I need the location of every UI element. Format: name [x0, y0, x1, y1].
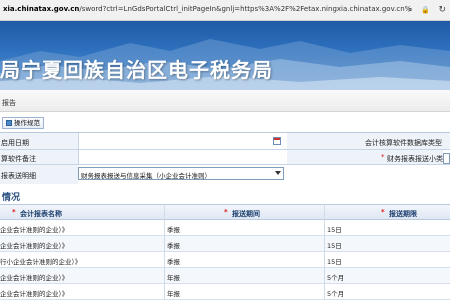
- table-row[interactable]: 企业会计准则的企业）》 季报 15日: [0, 236, 450, 252]
- lock-icon[interactable]: 🔒: [421, 6, 430, 14]
- report-subtype-label: 财务报表报送小类: [387, 155, 443, 163]
- nav-strip: 报告: [0, 90, 450, 112]
- form-row-start-date: 启用日期 会计核算软件数据库类型: [0, 133, 450, 150]
- column-divider: [324, 204, 325, 300]
- software-note-field[interactable]: [78, 150, 287, 164]
- url-path: /sword?ctrl=LnGdsPortalCtrl_initPageIn&g…: [79, 5, 411, 13]
- section-title: 情况: [2, 193, 21, 203]
- header-report-period: 报送期间: [232, 210, 260, 218]
- banner-title: 局宁夏回族自治区电子税务局: [0, 58, 273, 82]
- report-name-cell: 企业会计准则的企业）》: [0, 242, 69, 250]
- column-divider: [164, 204, 165, 300]
- operation-guide-label: 操作规范: [14, 119, 40, 127]
- form-row-report-detail: 报表送明细 财务报表报送与信息采集（小企业会计准则）: [0, 165, 450, 185]
- section-header: 情况: [0, 184, 450, 204]
- calendar-icon[interactable]: [273, 137, 281, 145]
- report-deadline-cell: 5个月: [327, 274, 345, 282]
- chevron-down-icon[interactable]: [275, 171, 281, 175]
- report-form: 启用日期 会计核算软件数据库类型 算软件备注 * 财务报表报送小类 报表送明细 …: [0, 132, 450, 185]
- refresh-icon[interactable]: ↻: [438, 5, 446, 15]
- report-deadline-cell: 15日: [327, 226, 342, 234]
- address-bar-icons: ⌕ 🔒 ↻: [408, 3, 446, 17]
- report-detail-select[interactable]: 财务报表报送与信息采集（小企业会计准则）: [78, 167, 284, 180]
- report-period-cell: 年报: [167, 274, 180, 282]
- report-name-cell: 行小企业会计准则的企业）》: [0, 258, 82, 266]
- report-table: * 会计报表名称 * 报送期间 * 报送期限 企业会计准则的企业）》 季报 15日企…: [0, 204, 450, 300]
- table-row[interactable]: 企业会计准则的企业）》 季报 15日: [0, 220, 450, 236]
- required-star: *: [12, 208, 16, 216]
- software-note-label: 算软件备注: [1, 155, 36, 163]
- url-text[interactable]: xia.chinatax.gov.cn/sword?ctrl=LnGdsPort…: [3, 5, 411, 17]
- table-row[interactable]: 企业会计准则的企业）》 年报 5个月: [0, 268, 450, 284]
- form-row-software-note: 算软件备注 * 财务报表报送小类: [0, 150, 450, 165]
- table-row[interactable]: 行小企业会计准则的企业）》 季报 15日: [0, 252, 450, 268]
- report-name-cell: 企业会计准则的企业）》: [0, 290, 69, 298]
- header-report-name: 会计报表名称: [20, 210, 62, 218]
- report-period-cell: 年报: [167, 290, 180, 298]
- site-banner: 局宁夏回族自治区电子税务局: [0, 21, 450, 90]
- start-date-label: 启用日期: [1, 139, 29, 147]
- table-header: * 会计报表名称 * 报送期间 * 报送期限: [0, 204, 450, 220]
- report-period-cell: 季报: [167, 258, 180, 266]
- operation-guide-button[interactable]: 操作规范: [2, 117, 44, 129]
- table-row[interactable]: 企业会计准则的企业）》 年报 5个月: [0, 284, 450, 300]
- report-deadline-cell: 5个月: [327, 290, 345, 298]
- header-report-deadline: 报送期限: [389, 210, 417, 218]
- nav-breadcrumb[interactable]: 报告: [2, 98, 16, 108]
- start-date-field[interactable]: [78, 133, 287, 149]
- required-star: *: [381, 208, 385, 216]
- report-period-cell: 季报: [167, 226, 180, 234]
- required-star: *: [381, 153, 385, 161]
- search-icon[interactable]: ⌕: [408, 5, 413, 15]
- report-subtype-select[interactable]: [443, 153, 450, 164]
- url-domain: xia.chinatax.gov.cn: [3, 5, 80, 13]
- report-name-cell: 企业会计准则的企业）》: [0, 274, 69, 282]
- db-type-label: 会计核算软件数据库类型: [365, 139, 442, 147]
- report-detail-value: 财务报表报送与信息采集（小企业会计准则）: [81, 172, 211, 180]
- report-period-cell: 季报: [167, 242, 180, 250]
- address-bar[interactable]: xia.chinatax.gov.cn/sword?ctrl=LnGdsPort…: [0, 0, 450, 21]
- toolbar: 操作规范: [0, 112, 450, 132]
- document-icon: [6, 120, 12, 126]
- required-star: *: [224, 208, 228, 216]
- report-detail-label: 报表送明细: [1, 172, 36, 180]
- report-deadline-cell: 15日: [327, 258, 342, 266]
- report-name-cell: 企业会计准则的企业）》: [0, 226, 69, 234]
- report-deadline-cell: 15日: [327, 242, 342, 250]
